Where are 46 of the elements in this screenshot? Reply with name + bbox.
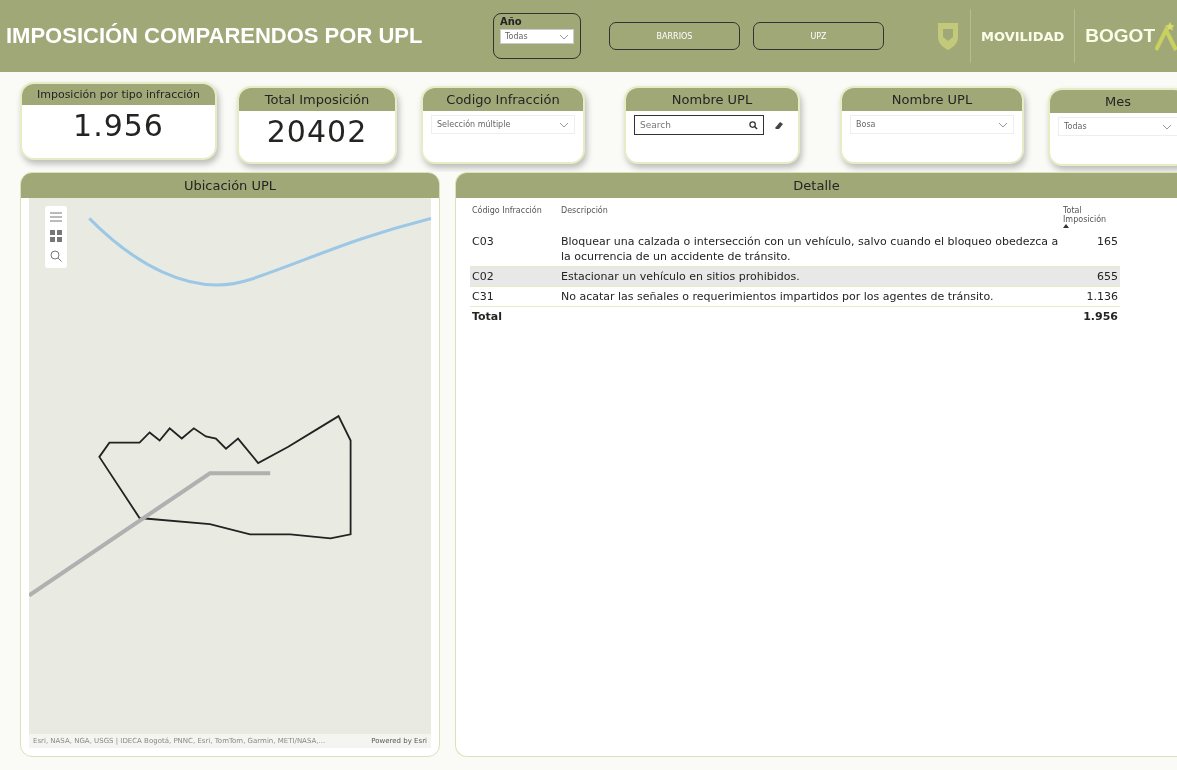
card-title: Total Imposición bbox=[239, 88, 395, 111]
table-cell: C02 bbox=[472, 270, 494, 283]
eraser-icon[interactable] bbox=[774, 120, 784, 130]
sort-arrow-icon bbox=[1063, 224, 1069, 228]
column-header[interactable]: Código Infracción bbox=[472, 206, 557, 215]
city-logo-text: BOGOT bbox=[1085, 25, 1155, 47]
chevron-icon bbox=[559, 33, 569, 40]
secretaria-logo-text: MOVILIDAD bbox=[981, 28, 1065, 44]
table-cell: No acatar las señales o requerimientos impartidos por los agentes de tránsito. bbox=[561, 290, 994, 303]
search-field[interactable]: Search bbox=[634, 115, 764, 135]
panel-title: Ubicación UPL bbox=[21, 173, 439, 198]
table-cell: 655 bbox=[1097, 270, 1118, 283]
chevron-icon bbox=[559, 121, 569, 128]
card-title: Codigo Infracción bbox=[423, 88, 583, 111]
card-title: Nombre UPL bbox=[842, 88, 1022, 111]
dropdown-field[interactable]: Todas bbox=[1058, 117, 1177, 136]
shield-logo-icon bbox=[936, 21, 960, 51]
card-title: Mes bbox=[1050, 90, 1177, 113]
star-peak-logo-icon bbox=[1155, 21, 1177, 51]
card-title: Nombre UPL bbox=[626, 88, 798, 111]
total-value: 1.956 bbox=[1083, 310, 1118, 323]
dropdown-field[interactable]: Bosa bbox=[850, 115, 1014, 134]
chevron-icon bbox=[998, 121, 1008, 128]
search-icon bbox=[749, 121, 758, 130]
column-header[interactable]: Total Imposición bbox=[1063, 206, 1118, 224]
table-cell: C03 bbox=[472, 235, 494, 248]
table-cell: Bloquear una calzada o intersección con un vehículo, salvo cuando el bloqueo obedezca a la ocurrencia de un accidente de tránsito. bbox=[561, 235, 1059, 263]
table-cell: 1.136 bbox=[1086, 290, 1118, 303]
page-title: IMPOSICIÓN COMPARENDOS POR UPL bbox=[6, 23, 424, 49]
slicer-label: Año bbox=[500, 16, 523, 27]
card-title: Imposición por tipo infracción bbox=[22, 84, 215, 105]
table-cell: C31 bbox=[472, 290, 494, 303]
column-header[interactable]: Descripción bbox=[561, 206, 1059, 215]
panel-title: Detalle bbox=[456, 173, 1177, 198]
search-icon[interactable] bbox=[50, 250, 62, 262]
table-cell: Estacionar un vehículo en sitios prohibidos. bbox=[561, 270, 800, 283]
table-row[interactable]: C03 Bloquear una calzada o intersección con un vehículo, salvo cuando el bloqueo obedezca a la ocurrencia de un accidente de tránsito. 165 bbox=[470, 232, 1120, 267]
year-dropdown[interactable]: Todas bbox=[500, 29, 574, 44]
total-label: Total bbox=[472, 310, 503, 323]
grid-icon[interactable] bbox=[50, 230, 62, 242]
kpi-value: 20402 bbox=[266, 115, 368, 149]
table-row[interactable]: C31 No acatar las señales o requerimientos impartidos por los agentes de tránsito. 1.136 bbox=[470, 286, 1120, 307]
kpi-value: 1.956 bbox=[73, 109, 164, 143]
dropdown-field[interactable]: Selección múltiple bbox=[431, 115, 575, 134]
chevron-icon bbox=[1162, 123, 1172, 130]
table-cell: 165 bbox=[1097, 235, 1118, 248]
